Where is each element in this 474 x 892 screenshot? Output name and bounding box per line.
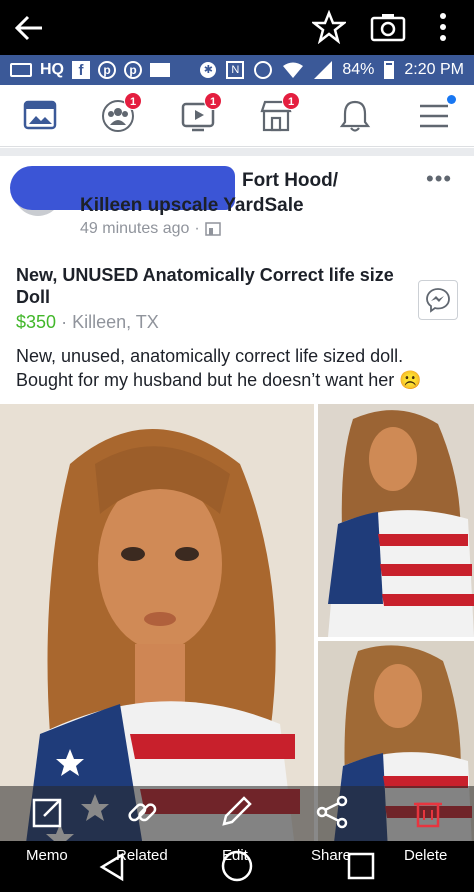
status-bar: HQ f p p ✱ N 84% 2:20 PM: [0, 55, 474, 85]
listing-location: Killeen, TX: [72, 312, 159, 332]
trash-icon[interactable]: [410, 794, 446, 830]
listing-price: $350: [16, 312, 57, 332]
photo-viewer-toolbar: [0, 0, 474, 55]
carrier-label: HQ: [40, 61, 64, 78]
signal-icon: [314, 61, 333, 79]
listing-description: New, unused, anatomically correct life s…: [16, 346, 422, 390]
battery-icon: [384, 61, 395, 79]
clock: 2:20 PM: [404, 61, 464, 78]
bluetooth-icon: ✱: [200, 62, 217, 78]
listing-title: New, UNUSED Anatomically Correct life si…: [16, 265, 394, 307]
group-name-line2[interactable]: Killeen upscale YardSale: [80, 193, 304, 218]
home-circle-icon[interactable]: [220, 849, 254, 883]
feed-separator: [0, 148, 474, 156]
marketplace-badge: 1: [282, 92, 300, 110]
camera-icon[interactable]: [370, 12, 406, 42]
delete-label[interactable]: Delete: [404, 847, 447, 864]
system-navigation-bar: Memo Related Edit Share Delete: [0, 841, 474, 892]
watch-badge: 1: [204, 92, 222, 110]
messages-icon: [10, 63, 32, 77]
mail-icon: [150, 63, 170, 77]
back-arrow-icon[interactable]: [14, 14, 44, 42]
bell-icon: [339, 100, 371, 132]
listing-photo-2[interactable]: [318, 404, 474, 637]
back-triangle-icon[interactable]: [98, 851, 126, 883]
share-icon[interactable]: [314, 794, 350, 830]
star-icon[interactable]: [312, 10, 346, 44]
menu-notification-dot: [447, 95, 456, 104]
tab-friends[interactable]: 1: [100, 92, 142, 134]
doll-photo-thumbnail: [318, 404, 474, 637]
tab-notifications[interactable]: [337, 98, 373, 134]
friends-badge: 1: [124, 92, 142, 110]
memo-label[interactable]: Memo: [26, 847, 68, 864]
price-separator: ·: [61, 312, 73, 332]
wifi-icon: [283, 62, 304, 78]
tab-news-feed[interactable]: [22, 98, 58, 134]
tab-watch[interactable]: 1: [180, 92, 222, 134]
facebook-icon: f: [72, 61, 90, 79]
message-seller-button[interactable]: [418, 280, 458, 320]
meta-separator: ·: [194, 220, 200, 237]
marketplace-audience-icon: [204, 222, 221, 236]
tab-marketplace[interactable]: 1: [258, 92, 300, 134]
pinterest-icon: p: [124, 61, 142, 79]
group-name-line1[interactable]: Fort Hood/: [242, 168, 338, 193]
tab-menu[interactable]: [416, 95, 456, 134]
pinterest-icon: p: [98, 61, 116, 79]
battery-percent: 84%: [342, 61, 375, 78]
marketplace-post: Fort Hood/ Killeen upscale YardSale ••• …: [0, 156, 474, 892]
nfc-icon: N: [226, 61, 245, 79]
overflow-menu-icon[interactable]: [438, 12, 448, 42]
alarm-icon: [254, 61, 273, 79]
hamburger-menu-icon: [420, 104, 448, 128]
messenger-icon: [426, 288, 450, 313]
recents-square-icon[interactable]: [346, 851, 376, 881]
edit-pencil-icon[interactable]: [218, 794, 254, 830]
post-options-button[interactable]: •••: [426, 166, 452, 192]
related-link-icon[interactable]: [124, 794, 160, 830]
memo-icon[interactable]: [30, 794, 66, 830]
photo-action-bar: [0, 786, 474, 841]
news-feed-icon: [23, 100, 57, 130]
post-timestamp[interactable]: 49 minutes ago: [80, 220, 189, 238]
price-location: $350 · Killeen, TX: [16, 312, 159, 333]
facebook-tab-bar: 1 1 1: [0, 85, 474, 147]
post-meta: 49 minutes ago ·: [80, 220, 221, 238]
